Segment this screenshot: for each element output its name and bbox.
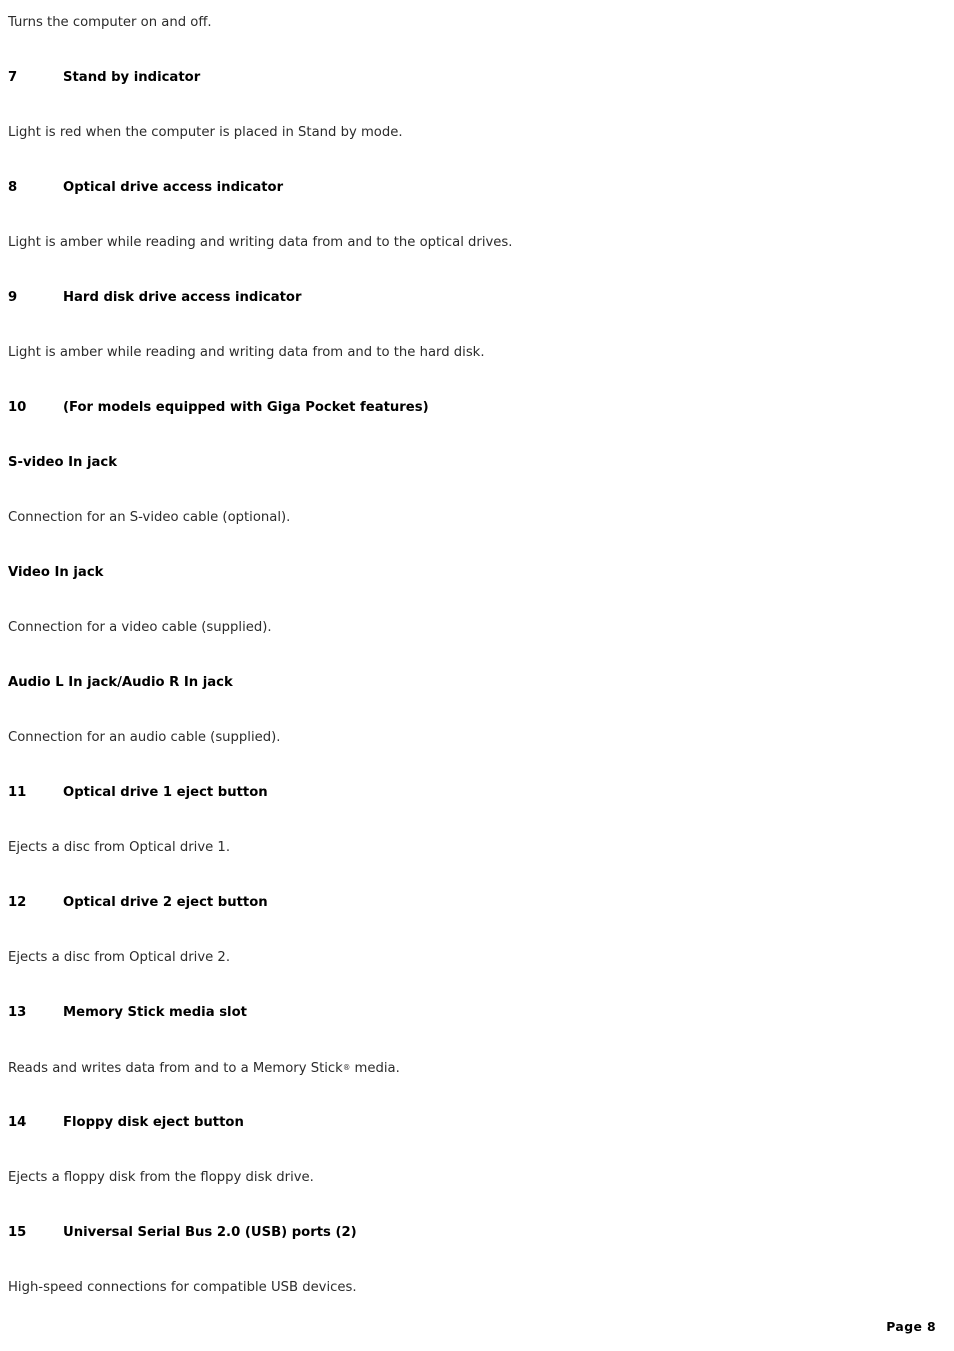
feature-description: Connection for an audio cable (supplied)…	[8, 730, 281, 745]
feature-heading: 10 (For models equipped with Giga Pocket …	[8, 397, 936, 452]
feature-description: Ejects a floppy disk from the floppy dis…	[8, 1170, 314, 1185]
feature-description: Light is red when the computer is placed…	[8, 125, 403, 140]
feature-description: Light is amber while reading and writing…	[8, 345, 485, 360]
feature-heading: 7 Stand by indicator	[8, 67, 936, 122]
feature-heading: 12 Optical drive 2 eject button	[8, 892, 936, 947]
feature-heading: 14 Floppy disk eject button	[8, 1112, 936, 1167]
feature-label: Optical drive access indicator	[63, 180, 284, 195]
feature-description: Light is amber while reading and writing…	[8, 235, 513, 250]
feature-label: Universal Serial Bus 2.0 (USB) ports (2)	[63, 1225, 357, 1240]
feature-number: 12	[8, 895, 27, 910]
feature-description: Connection for an S-video cable (optiona…	[8, 510, 291, 525]
feature-subheading: S-video In jack	[8, 455, 118, 470]
feature-label: (For models equipped with Giga Pocket fe…	[63, 400, 429, 415]
feature-number: 11	[8, 785, 27, 800]
feature-number: 8	[8, 180, 18, 195]
feature-description: Connection for a video cable (supplied).	[8, 620, 272, 635]
feature-subheading: Audio L In jack/Audio R In jack	[8, 675, 233, 690]
document-page: Turns the computer on and off. 7 Stand by …	[0, 0, 954, 1351]
feature-label: Floppy disk eject button	[63, 1115, 244, 1130]
feature-number: 9	[8, 290, 18, 305]
feature-description: Turns the computer on and off.	[8, 15, 212, 30]
feature-number: 14	[8, 1115, 27, 1130]
feature-label: Optical drive 1 eject button	[63, 785, 268, 800]
feature-description: Ejects a disc from Optical drive 1.	[8, 840, 231, 855]
feature-number: 7	[8, 70, 18, 85]
feature-number: 10	[8, 400, 27, 415]
feature-number: 15	[8, 1225, 27, 1240]
document-body: Turns the computer on and off. 7 Stand by …	[8, 12, 936, 1332]
feature-heading: 13 Memory Stick media slot	[8, 1002, 936, 1057]
feature-label: Optical drive 2 eject button	[63, 895, 268, 910]
feature-number: 13	[8, 1005, 27, 1020]
feature-heading: 11 Optical drive 1 eject button	[8, 782, 936, 837]
feature-description: Reads and writes data from and to a Memo…	[8, 1057, 936, 1112]
feature-label: Memory Stick media slot	[63, 1005, 247, 1020]
feature-heading: 15 Universal Serial Bus 2.0 (USB) ports (…	[8, 1222, 936, 1277]
feature-heading: 9 Hard disk drive access indicator	[8, 287, 936, 342]
description-text: Reads and writes data from and to a Memo…	[8, 1061, 343, 1076]
description-text-tail: media.	[350, 1061, 400, 1076]
feature-label: Stand by indicator	[63, 70, 201, 85]
feature-description: High-speed connections for compatible US…	[8, 1280, 357, 1295]
page-footer: Page 8	[886, 1319, 936, 1334]
feature-description: Ejects a disc from Optical drive 2.	[8, 950, 231, 965]
feature-subheading: Video In jack	[8, 565, 104, 580]
feature-label: Hard disk drive access indicator	[63, 290, 302, 305]
feature-heading: 8 Optical drive access indicator	[8, 177, 936, 232]
